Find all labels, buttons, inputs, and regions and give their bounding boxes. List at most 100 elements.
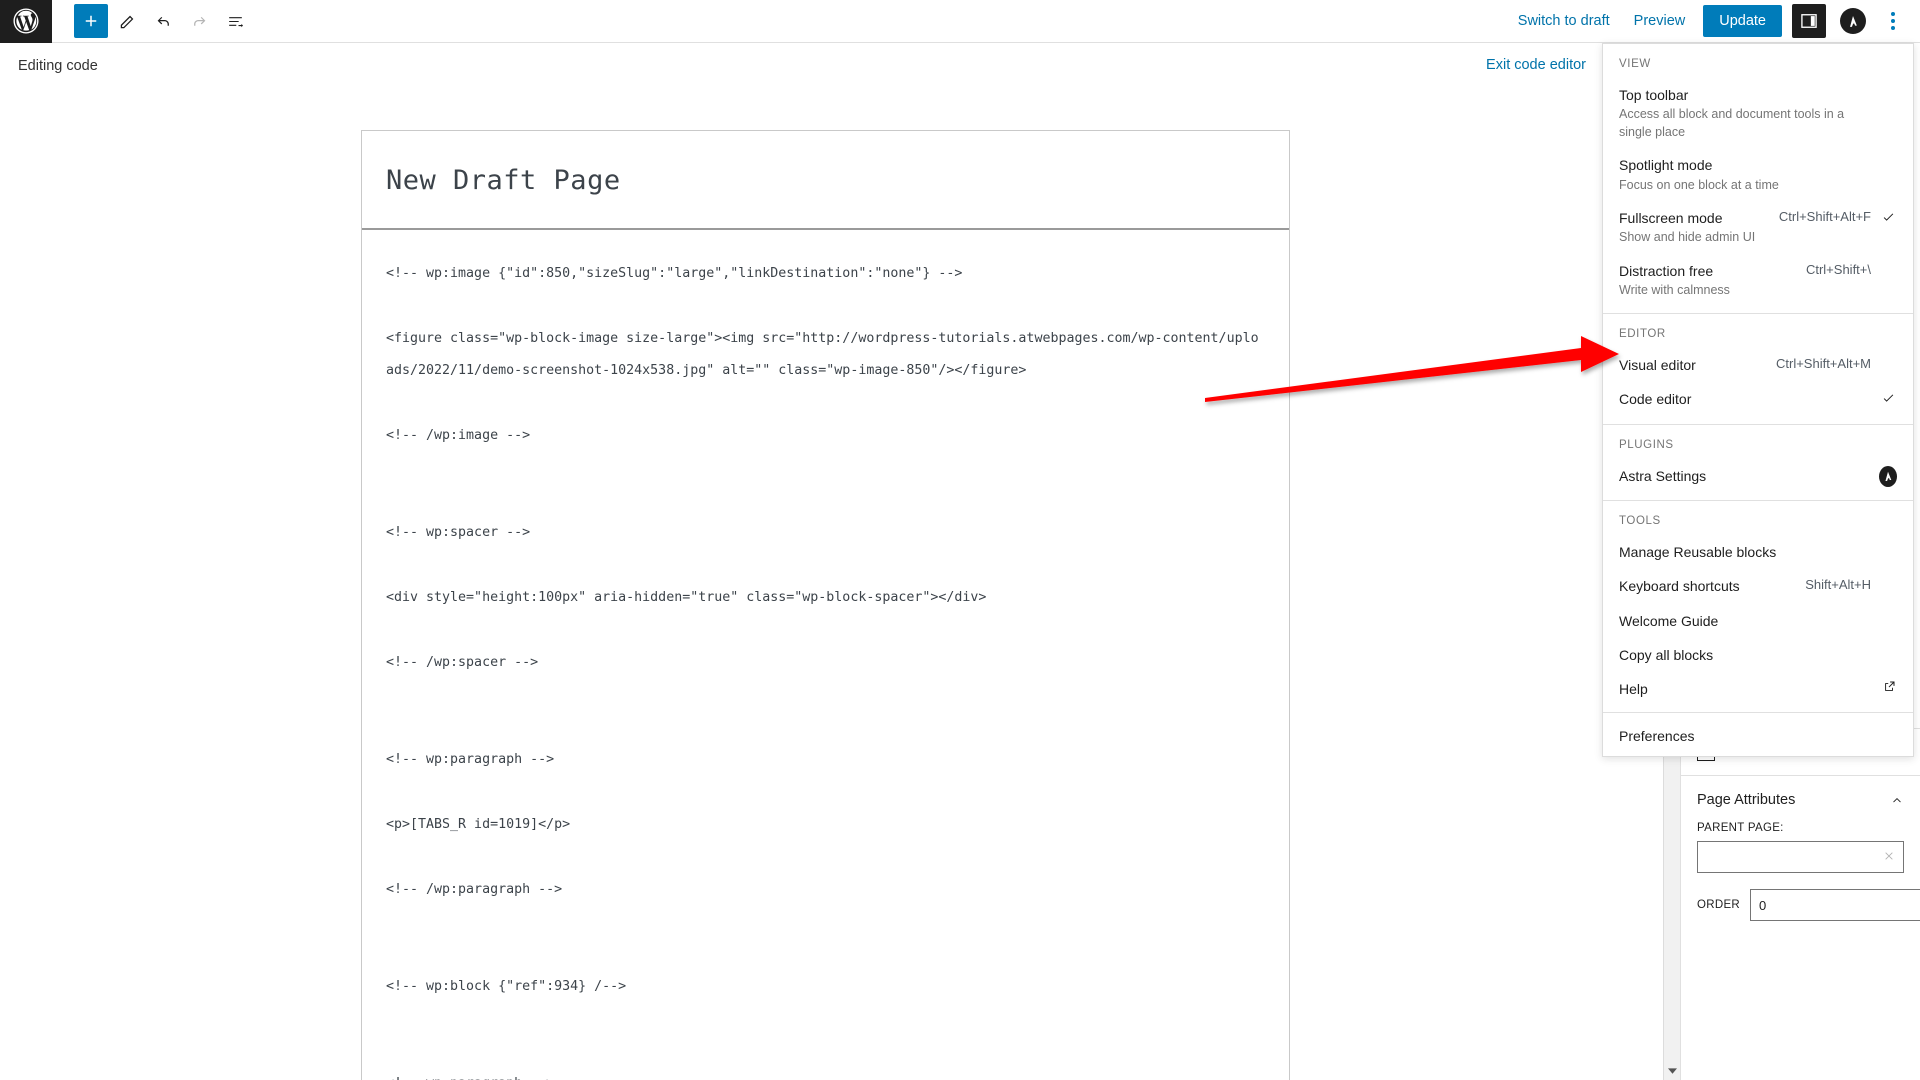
menu-item-marker [1881,726,1897,728]
order-field: ORDER [1681,885,1920,937]
chevron-up-icon [1890,793,1904,807]
undo-button[interactable] [146,4,180,38]
switch-to-draft-button[interactable]: Switch to draft [1506,7,1622,35]
code-line: <p>[TABS_R id=1019]</p> [386,816,571,832]
menu-item-text: Keyboard shortcuts [1619,576,1805,596]
list-view-button[interactable] [218,4,252,38]
menu-item-description: Show and hide admin UI [1619,230,1756,245]
clear-icon[interactable] [1882,849,1896,863]
menu-item-preferences[interactable]: Preferences [1603,719,1913,753]
menu-item-marker [1881,261,1897,263]
menu-item-text: Copy all blocks [1619,645,1881,665]
menu-item-label: Manage Reusable blocks [1619,543,1777,560]
three-dots-vertical-icon [1891,12,1895,16]
menu-item-label: Help [1619,681,1648,698]
menu-item-top-toolbar[interactable]: Top toolbar Access all block and document… [1603,78,1913,148]
menu-item-code-editor[interactable]: Code editor [1603,382,1913,418]
menu-item-marker [1881,576,1897,578]
page-attributes-title: Page Attributes [1697,792,1796,808]
menu-item-label: Top toolbar [1619,87,1689,103]
parent-page-field: PARENT PAGE: [1681,822,1920,885]
menu-item-marker [1881,542,1897,544]
exit-code-editor-link[interactable]: Exit code editor [1486,57,1586,73]
menu-item-label: Code editor [1619,390,1692,407]
menu-item-text: Visual editor [1619,355,1776,375]
menu-item-distraction-free[interactable]: Distraction free Write with calmness Ctrl+… [1603,254,1913,307]
menu-item-text: Astra Settings [1619,466,1879,486]
menu-item-marker [1881,85,1897,87]
check-icon [1881,389,1897,411]
options-menu-button[interactable] [1876,4,1910,38]
menu-item-label: Keyboard shortcuts [1619,578,1740,595]
astra-logo-icon [1840,8,1866,34]
parent-page-input[interactable] [1697,841,1904,873]
menu-item-text: Help [1619,679,1879,699]
order-label: ORDER [1697,899,1741,911]
astra-logo-icon [1879,465,1897,487]
menu-item-text: Welcome Guide [1619,611,1881,631]
page-attributes-panel-header[interactable]: Page Attributes [1681,775,1920,822]
menu-item-text: Code editor [1619,389,1881,409]
settings-sidebar-toggle[interactable] [1792,4,1826,38]
menu-item-marker [1881,611,1897,613]
code-line: <!-- /wp:paragraph --> [386,881,563,897]
menu-item-astra-settings[interactable]: Astra Settings [1603,459,1913,494]
options-dropdown-menu: VIEW Top toolbar Access all block and docu… [1602,43,1914,757]
menu-section-title: VIEW [1619,58,1651,70]
menu-item-label: Fullscreen mode [1619,210,1723,227]
menu-item-label: Preferences [1619,728,1695,745]
menu-item-marker [1881,645,1897,647]
astra-settings-button[interactable] [1836,4,1870,38]
top-toolbar: Switch to draft Preview Update [0,0,1920,43]
editor-tools-group [74,4,252,38]
code-line: <!-- /wp:spacer --> [386,654,539,670]
menu-item-description: Write with calmness [1619,283,1730,298]
document-container: New Draft Page <!-- wp:image {"id":850,"… [361,130,1290,1080]
menu-item-welcome-guide[interactable]: Welcome Guide [1603,604,1913,638]
menu-item-copy-all-blocks[interactable]: Copy all blocks [1603,638,1913,672]
editing-code-label: Editing code [18,57,98,74]
code-editor-textarea[interactable]: <!-- wp:image {"id":850,"sizeSlug":"larg… [362,230,1289,1080]
menu-item-label: Astra Settings [1619,467,1707,484]
code-line: <!-- wp:paragraph --> [386,1068,1265,1080]
redo-button[interactable] [182,4,216,38]
menu-item-help[interactable]: Help [1603,672,1913,706]
top-right-actions: Switch to draft Preview Update [1506,4,1920,38]
menu-item-keyboard-shortcuts[interactable]: Keyboard shortcuts Shift+Alt+H [1603,569,1913,603]
menu-item-visual-editor[interactable]: Visual editor Ctrl+Shift+Alt+M [1603,348,1913,382]
menu-item-label: Copy all blocks [1619,646,1714,663]
update-button[interactable]: Update [1703,5,1782,37]
parent-page-label: PARENT PAGE: [1697,822,1784,834]
order-input[interactable] [1750,889,1920,921]
code-line: <!-- wp:paragraph --> [386,751,555,767]
menu-item-fullscreen-mode[interactable]: Fullscreen mode Show and hide admin UI Ctr… [1603,201,1913,254]
scrollbar-down-arrow-icon[interactable] [1664,1063,1681,1080]
page-title-input[interactable]: New Draft Page [362,131,1289,230]
menu-item-manage-reusable-blocks[interactable]: Manage Reusable blocks [1603,535,1913,569]
code-line: <!-- /wp:image --> [386,428,531,443]
tools-pencil-button[interactable] [110,4,144,38]
code-line: <!-- wp:block {"ref":934} /--> [386,978,627,994]
menu-item-text: Spotlight mode Focus on one block at a ti… [1619,155,1881,194]
astra-logo-icon [1879,465,1897,487]
menu-item-spotlight-mode[interactable]: Spotlight mode Focus on one block at a ti… [1603,148,1913,201]
preview-button[interactable]: Preview [1622,7,1698,35]
menu-item-shortcut: Ctrl+Shift+Alt+M [1775,355,1871,371]
menu-item-text: Distraction free Write with calmness [1619,261,1806,300]
menu-item-text: Preferences [1619,726,1881,746]
menu-item-label: Spotlight mode [1619,157,1713,174]
wordpress-logo-icon[interactable] [0,0,52,43]
menu-item-shortcut: Ctrl+Shift+Alt+F [1778,209,1871,225]
add-block-button[interactable] [74,4,108,38]
